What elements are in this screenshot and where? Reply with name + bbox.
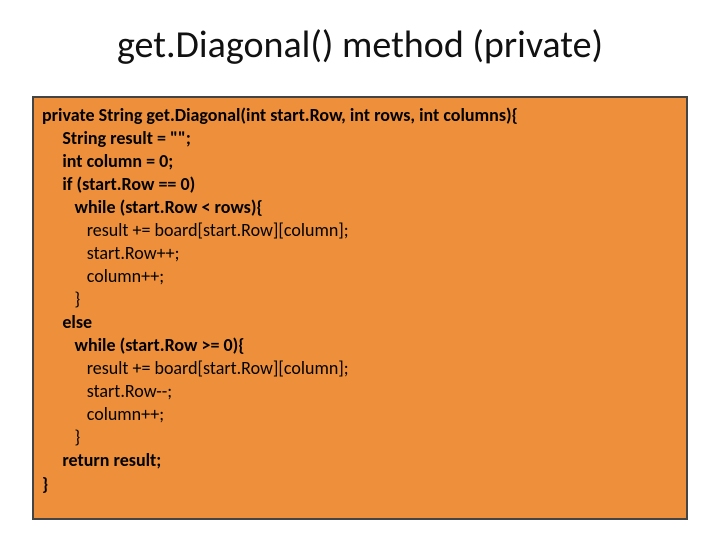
- code-line: while (start.Row >= 0){: [42, 334, 678, 357]
- code-line: result += board[start.Row][column];: [42, 357, 678, 380]
- code-line: if (start.Row == 0): [42, 173, 678, 196]
- code-line: return result;: [42, 449, 678, 472]
- code-line: }: [42, 426, 678, 449]
- code-line: while (start.Row < rows){: [42, 196, 678, 219]
- code-line: result += board[start.Row][column];: [42, 219, 678, 242]
- code-line-last: }: [42, 473, 678, 496]
- code-line: String result = "";: [42, 127, 678, 150]
- code-block: private String get.Diagonal(int start.Ro…: [32, 96, 688, 520]
- code-line: private String get.Diagonal(int start.Ro…: [42, 104, 678, 127]
- code-line: column++;: [42, 265, 678, 288]
- code-line: column++;: [42, 403, 678, 426]
- slide: get.Diagonal() method (private) private …: [0, 0, 720, 540]
- code-line: start.Row++;: [42, 242, 678, 265]
- code-line: else: [42, 311, 678, 334]
- code-line: }: [42, 288, 678, 311]
- code-line: start.Row--;: [42, 380, 678, 403]
- page-title: get.Diagonal() method (private): [0, 0, 720, 78]
- code-line: int column = 0;: [42, 150, 678, 173]
